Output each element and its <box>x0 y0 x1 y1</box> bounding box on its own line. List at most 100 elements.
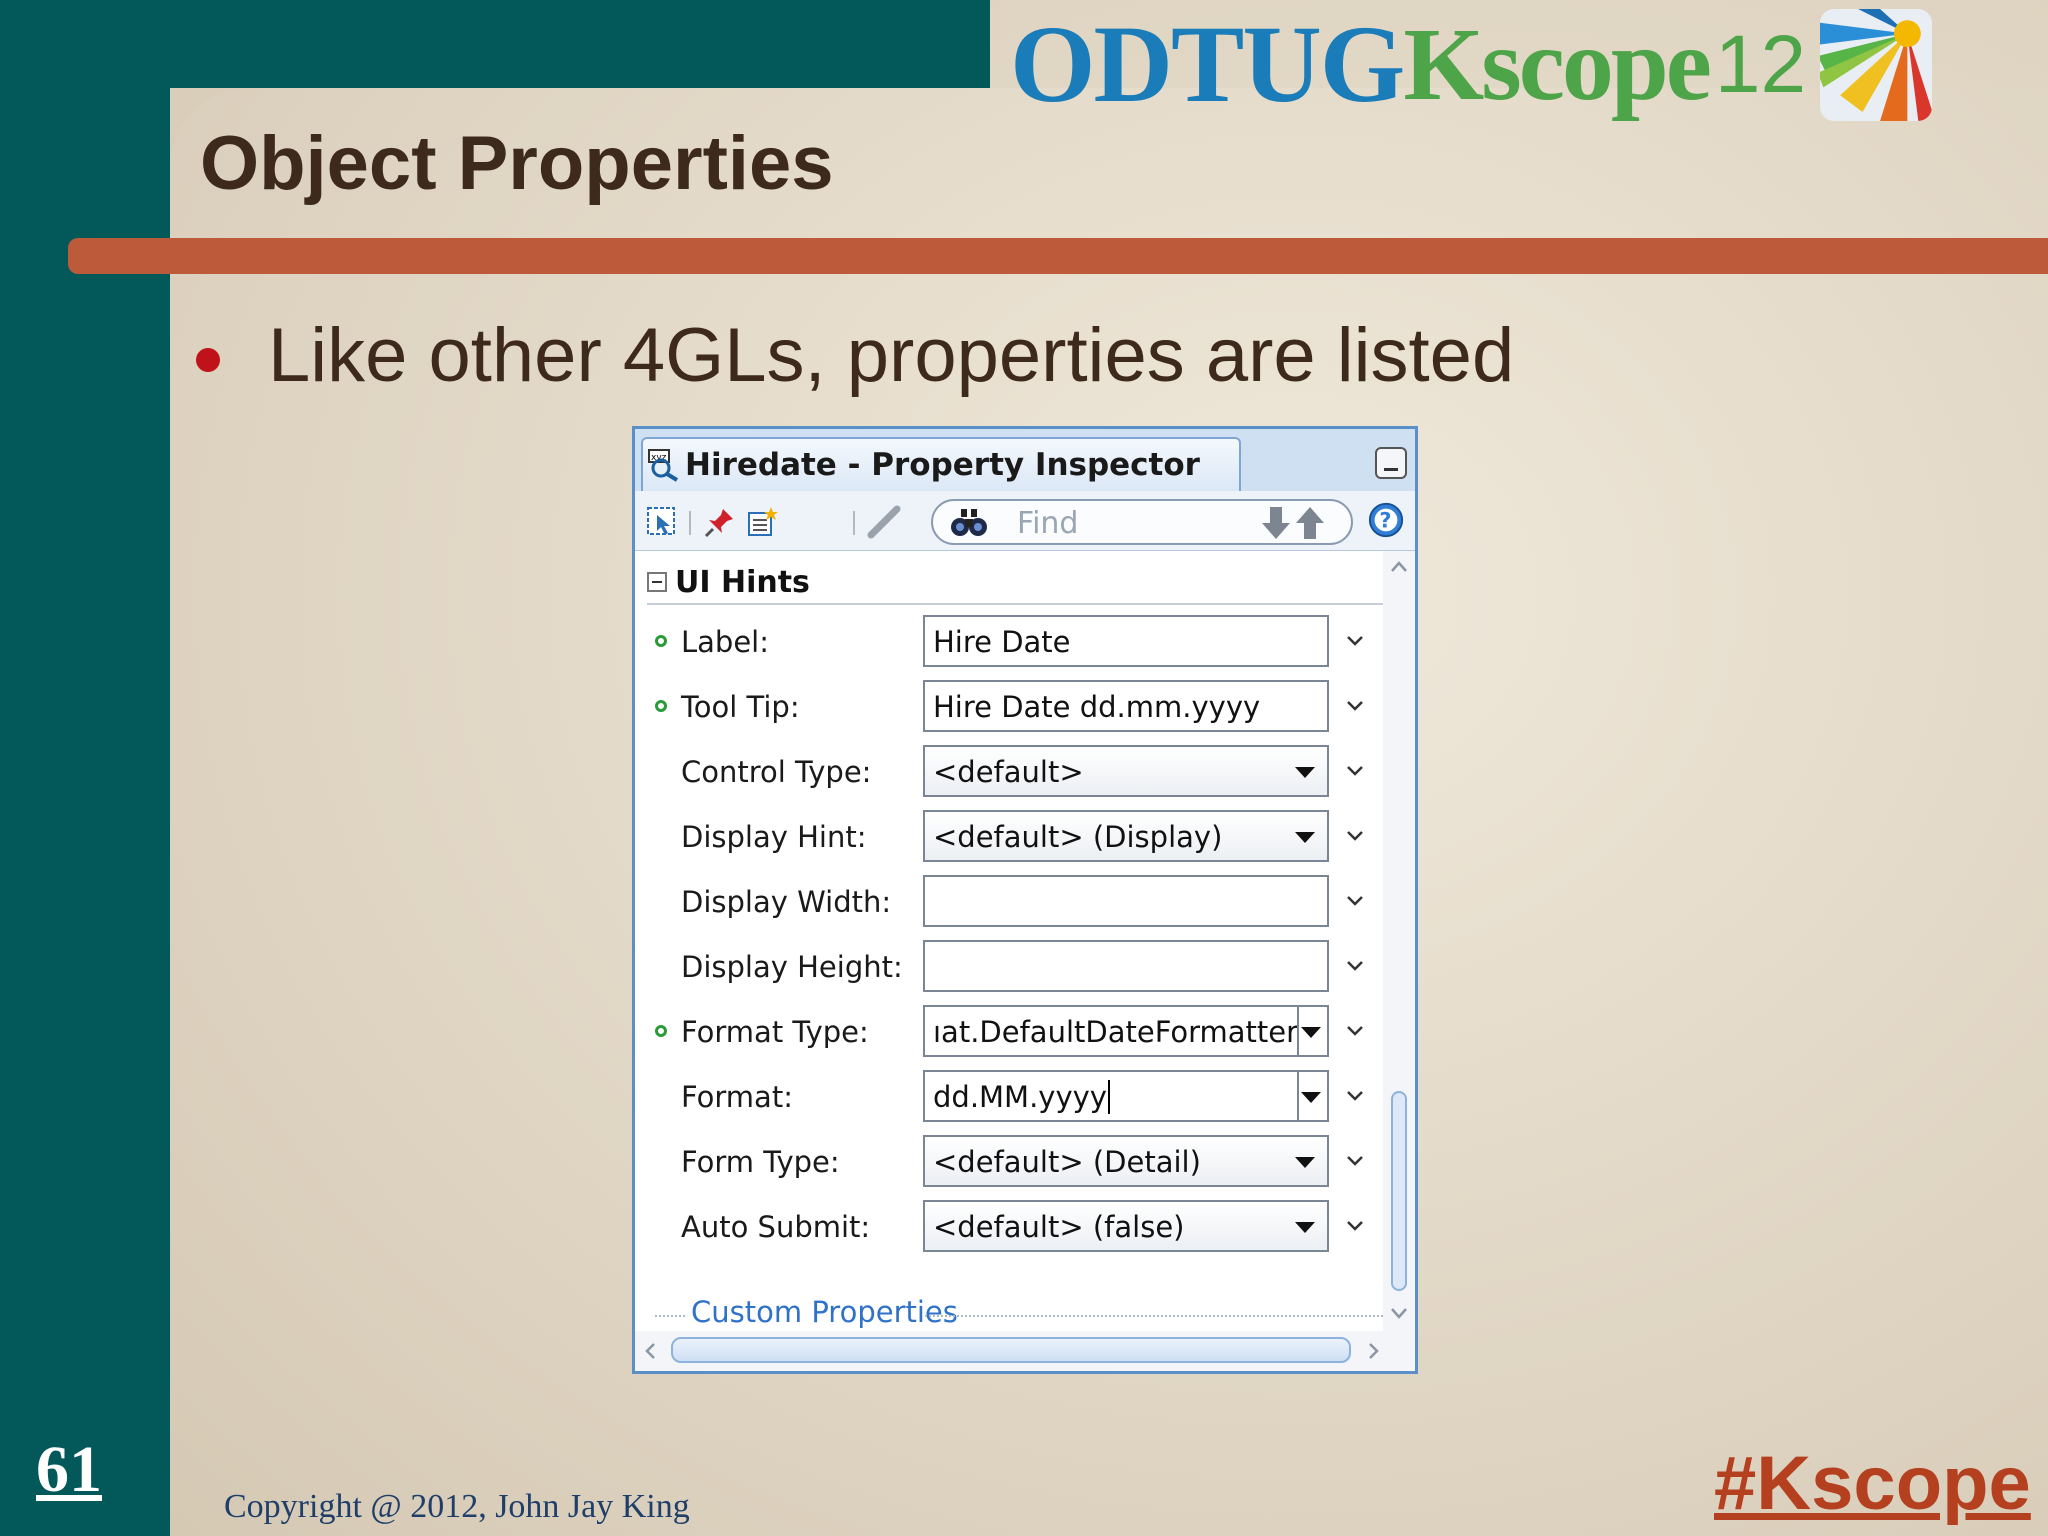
display-height-field[interactable] <box>923 940 1329 992</box>
svg-text:?: ? <box>1379 509 1391 533</box>
dropdown-arrow-icon[interactable] <box>1295 1157 1315 1168</box>
chevron-down-icon[interactable] <box>1341 1212 1369 1240</box>
logo-year-text: 12 <box>1714 18 1807 110</box>
chevron-down-icon[interactable] <box>1341 822 1369 850</box>
inspector-titlebar: xyz Hiredate - Property Inspector <box>635 429 1415 491</box>
property-label: Form Type: <box>681 1145 840 1179</box>
arrow-down-icon[interactable] <box>1259 505 1293 541</box>
property-label: Display Width: <box>681 885 892 919</box>
toolbar-separator <box>689 511 691 535</box>
selected-value: <default> (false) <box>933 1210 1185 1244</box>
property-label: Format: <box>681 1080 793 1114</box>
scroll-up-icon[interactable] <box>1387 557 1411 577</box>
copyright-text: Copyright @ 2012, John Jay King <box>224 1488 690 1525</box>
pencil-icon[interactable] <box>865 503 903 541</box>
property-label: Display Hint: <box>681 820 867 854</box>
section-title: UI Hints <box>675 564 810 600</box>
slide-number: 61 <box>36 1433 102 1506</box>
chevron-down-icon[interactable] <box>1341 887 1369 915</box>
top-teal-band <box>0 0 990 88</box>
property-label: Format Type: <box>681 1015 869 1049</box>
ui-hints-section-header[interactable]: UI Hints <box>647 561 1399 605</box>
edit-properties-icon[interactable] <box>743 503 781 541</box>
page-title: Object Properties <box>200 121 834 206</box>
property-label: Auto Submit: <box>681 1210 871 1244</box>
chevron-down-icon[interactable] <box>1341 1017 1369 1045</box>
tool-tip-field[interactable]: Hire Date dd.mm.yyyy <box>923 680 1329 732</box>
property-row-auto-submit: Auto Submit: <default> (false) <box>635 1198 1395 1254</box>
property-label: Control Type: <box>681 755 872 789</box>
chevron-down-icon[interactable] <box>1341 952 1369 980</box>
format-value: dd.MM.yyyy <box>933 1080 1107 1114</box>
logo-kscope-text: Kscope <box>1403 7 1712 122</box>
dropdown-arrow-icon[interactable] <box>1295 767 1315 778</box>
select-icon[interactable] <box>643 503 681 541</box>
chevron-down-icon[interactable] <box>1341 627 1369 655</box>
bullet-dot-icon <box>196 348 220 372</box>
bound-indicator-icon <box>655 635 667 647</box>
property-label: Tool Tip: <box>681 690 800 724</box>
vertical-scroll-thumb[interactable] <box>1391 1091 1407 1291</box>
scroll-right-icon[interactable] <box>1361 1339 1385 1363</box>
property-row-form-type: Form Type: <default> (Detail) <box>635 1133 1395 1189</box>
sunburst-logo-icon <box>1820 8 1933 121</box>
dotted-divider <box>925 1315 1395 1317</box>
left-teal-band <box>0 0 170 1536</box>
horizontal-scrollbar[interactable] <box>635 1331 1415 1371</box>
display-hint-select[interactable]: <default> (Display) <box>923 810 1329 862</box>
property-row-display-hint: Display Hint: <default> (Display) <box>635 808 1395 864</box>
property-row-format-type: Format Type: ıat.DefaultDateFormatter <box>635 1003 1395 1059</box>
chevron-down-icon[interactable] <box>1341 1082 1369 1110</box>
dropdown-arrow-icon[interactable] <box>1301 1092 1321 1103</box>
vertical-scrollbar[interactable] <box>1383 551 1415 1331</box>
format-combo-field[interactable]: dd.MM.yyyy <box>923 1070 1329 1122</box>
chevron-down-icon[interactable] <box>1341 757 1369 785</box>
label-field[interactable]: Hire Date <box>923 615 1329 667</box>
property-row-label: Label: Hire Date <box>635 613 1395 669</box>
inspector-toolbar: ? <box>635 491 1415 551</box>
selected-value: <default> (Detail) <box>933 1145 1201 1179</box>
property-row-format: Format: dd.MM.yyyy <box>635 1068 1395 1124</box>
property-row-tool-tip: Tool Tip: Hire Date dd.mm.yyyy <box>635 678 1395 734</box>
scroll-down-icon[interactable] <box>1387 1303 1411 1323</box>
chevron-down-icon[interactable] <box>1341 692 1369 720</box>
display-width-field[interactable] <box>923 875 1329 927</box>
inspector-tab[interactable]: xyz Hiredate - Property Inspector <box>641 437 1241 491</box>
format-type-select[interactable]: ıat.DefaultDateFormatter <box>923 1005 1329 1057</box>
scroll-left-icon[interactable] <box>639 1339 663 1363</box>
selected-value: <default> (Display) <box>933 820 1223 854</box>
arrow-up-icon[interactable] <box>1293 505 1327 541</box>
find-box[interactable] <box>931 499 1353 545</box>
dropdown-arrow-icon[interactable] <box>1301 1027 1321 1038</box>
property-label: Display Height: <box>681 950 903 984</box>
collapse-icon[interactable] <box>647 572 667 592</box>
toolbar-separator <box>853 511 855 535</box>
title-divider <box>68 238 2048 274</box>
bound-indicator-icon <box>655 700 667 712</box>
help-icon[interactable]: ? <box>1367 501 1405 539</box>
bullet-text: Like other 4GLs, properties are listed <box>268 313 1515 398</box>
property-row-control-type: Control Type: <default> <box>635 743 1395 799</box>
control-type-select[interactable]: <default> <box>923 745 1329 797</box>
property-row-display-width: Display Width: <box>635 873 1395 929</box>
find-input[interactable] <box>1017 507 1217 539</box>
property-inspector-window: xyz Hiredate - Property Inspector Find ?… <box>632 426 1418 1374</box>
inspector-body: UI Hints Label: Hire Date Tool Tip: Hire… <box>635 551 1415 1371</box>
kscope-hashtag: #Kscope <box>1714 1441 2031 1526</box>
logo-odtug-text: ODTUG <box>1010 3 1405 125</box>
dropdown-arrow-icon[interactable] <box>1295 832 1315 843</box>
inspector-title: Hiredate - Property Inspector <box>685 447 1200 483</box>
dropdown-arrow-icon[interactable] <box>1295 1222 1315 1233</box>
custom-properties-section[interactable]: Custom Properties <box>655 1293 1395 1333</box>
chevron-down-icon[interactable] <box>1341 1147 1369 1175</box>
odtug-kscope-logo: ODTUG Kscope 12 <box>1010 2 1933 127</box>
auto-submit-select[interactable]: <default> (false) <box>923 1200 1329 1252</box>
split-divider <box>1297 1007 1299 1055</box>
form-type-select[interactable]: <default> (Detail) <box>923 1135 1329 1187</box>
minimize-button[interactable] <box>1375 447 1407 479</box>
bound-indicator-icon <box>655 1025 667 1037</box>
custom-properties-link[interactable]: Custom Properties <box>691 1295 958 1329</box>
binoculars-icon <box>951 509 987 536</box>
pin-icon[interactable] <box>701 503 739 541</box>
horizontal-scroll-thumb[interactable] <box>671 1337 1351 1363</box>
